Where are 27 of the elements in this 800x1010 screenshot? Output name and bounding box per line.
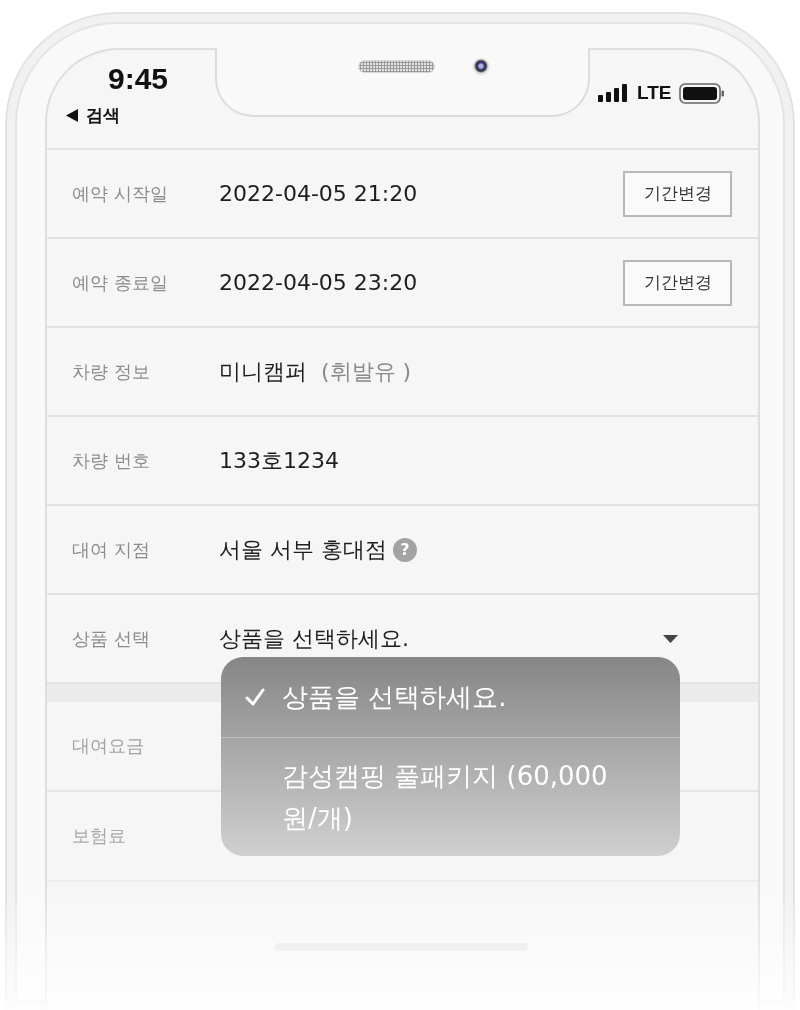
field-value: 2022-04-05 21:20 bbox=[219, 181, 418, 206]
check-icon bbox=[245, 688, 265, 706]
field-label: 차량 정보 bbox=[72, 359, 151, 384]
field-label: 보험료 bbox=[72, 824, 126, 848]
field-label: 예약 종료일 bbox=[72, 270, 169, 295]
field-value: 133호1234 bbox=[219, 446, 339, 475]
field-value: 미니캠퍼 bbox=[219, 357, 307, 386]
camera-lens-icon bbox=[472, 58, 490, 76]
back-button[interactable]: 검색 bbox=[66, 105, 120, 125]
network-label: LTE bbox=[637, 82, 672, 104]
field-label: 대여요금 bbox=[72, 734, 144, 758]
caret-icon bbox=[663, 634, 678, 643]
status-time: 9:45 bbox=[108, 64, 169, 94]
battery-icon bbox=[679, 82, 726, 104]
change-period-button[interactable]: 기간변경 bbox=[623, 259, 732, 306]
signal-icon bbox=[598, 84, 628, 102]
field-label: 대여 지점 bbox=[72, 537, 151, 562]
field-label: 차량 번호 bbox=[72, 448, 151, 473]
fuel-note: (휘발유 ) bbox=[321, 357, 412, 386]
product-select[interactable]: 상품을 선택하세요. bbox=[219, 623, 678, 654]
field-label: 예약 시작일 bbox=[72, 181, 169, 206]
change-period-button[interactable]: 기간변경 bbox=[623, 170, 732, 217]
speaker-grille-icon bbox=[358, 60, 435, 73]
back-icon bbox=[66, 108, 78, 122]
field-value: 서울 서부 홍대점 bbox=[219, 535, 387, 564]
field-label: 상품 선택 bbox=[72, 626, 151, 651]
field-value: 2022-04-05 23:20 bbox=[219, 270, 418, 295]
